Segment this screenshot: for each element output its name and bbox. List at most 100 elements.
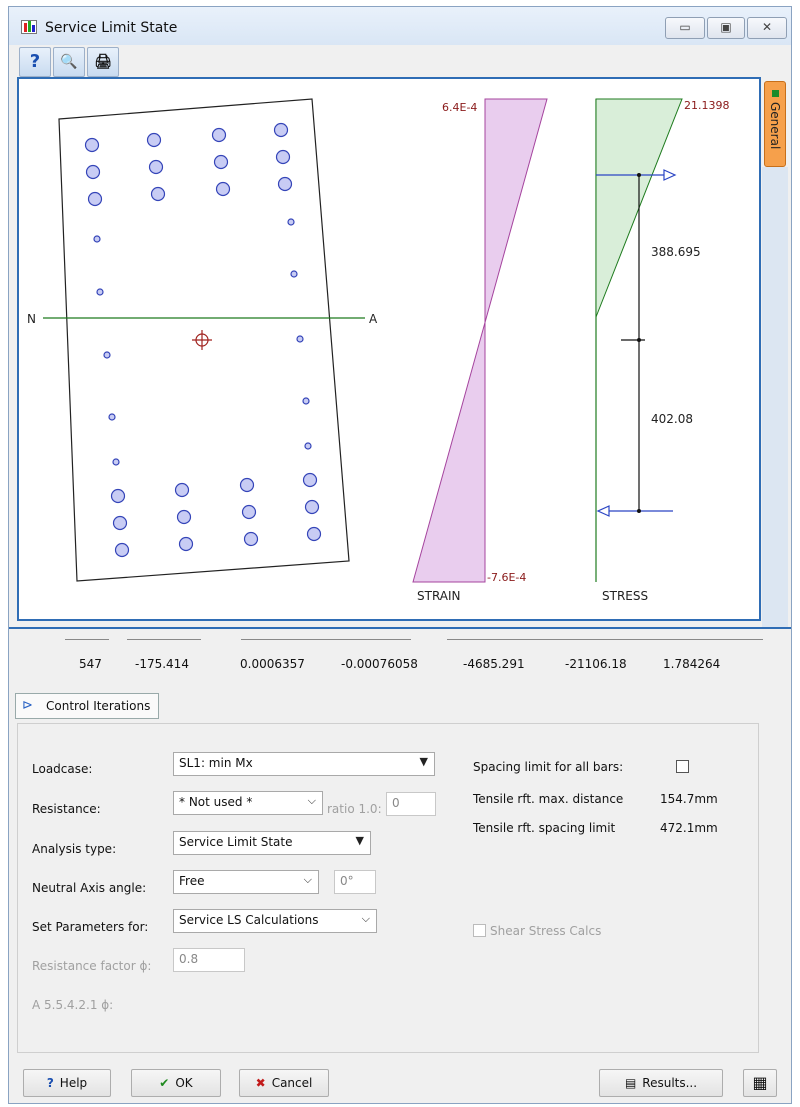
rebar: [275, 149, 291, 165]
axis-label-n: N: [27, 312, 36, 326]
neutral-axis-angle-select[interactable]: Free ⌵: [173, 870, 319, 894]
tensile-max-distance-label: Tensile rft. max. distance: [473, 792, 624, 806]
rebar: [114, 542, 130, 558]
help-icon[interactable]: ?: [19, 47, 51, 77]
toolbar: ? 🔍 🖨: [17, 47, 127, 77]
stress-top-value: 21.1398: [684, 99, 730, 112]
rebar: [241, 504, 257, 520]
rebar: [96, 288, 104, 296]
side-panel-strip: [762, 167, 788, 627]
result-value: -21106.18: [565, 657, 627, 671]
result-value: 547: [79, 657, 102, 671]
results-button[interactable]: ▤ Results...: [599, 1069, 723, 1097]
rebar: [215, 181, 231, 197]
tensile-max-distance-value: 154.7mm: [660, 792, 718, 806]
resistance-label: Resistance:: [32, 802, 101, 816]
axis-label-a: A: [369, 312, 378, 326]
rebar: [174, 482, 190, 498]
spacing-limit-checkbox[interactable]: [676, 760, 689, 773]
cancel-button[interactable]: ✖ Cancel: [239, 1069, 329, 1097]
rebar: [296, 335, 304, 343]
ratio-input[interactable]: 0: [386, 792, 436, 816]
resistance-factor-input[interactable]: 0.8: [173, 948, 245, 972]
rebar: [150, 186, 166, 202]
shear-stress-checkbox[interactable]: [473, 924, 486, 937]
lever-lower-value: 402.08: [651, 412, 693, 426]
rebar: [302, 397, 310, 405]
result-value: 0.0006357: [240, 657, 305, 671]
minimize-button[interactable]: ▭: [665, 17, 705, 39]
expand-arrow-icon: ⊳: [22, 698, 33, 713]
settings-form: Loadcase: SL1: min Mx ▼ Resistance: * No…: [17, 723, 759, 1053]
print-preview-icon[interactable]: 🔍: [53, 47, 85, 77]
strain-top-value: 6.4E-4: [442, 101, 477, 114]
set-parameters-select[interactable]: Service LS Calculations ⌵: [173, 909, 377, 933]
calculator-icon[interactable]: ▦: [743, 1069, 777, 1097]
analysis-type-select[interactable]: Service Limit State ▼: [173, 831, 371, 855]
resistance-select[interactable]: * Not used * ⌵: [173, 791, 323, 815]
control-iterations-label: Control Iterations: [46, 699, 151, 713]
rebar: [108, 413, 116, 421]
resistance-value: * Not used *: [179, 795, 253, 809]
neutral-axis-angle-input[interactable]: 0°: [334, 870, 376, 894]
loadcase-select[interactable]: SL1: min Mx ▼: [173, 752, 435, 776]
analysis-type-label: Analysis type:: [32, 842, 117, 856]
service-limit-state-window: Service Limit State ▭ ▣ ✕ ? 🔍 🖨 General: [8, 6, 792, 1104]
general-tab[interactable]: General: [764, 81, 786, 167]
rebar: [287, 218, 295, 226]
cancel-x-icon: ✖: [255, 1076, 266, 1090]
rebar: [239, 477, 255, 493]
section-diagram: N A 6.4E-4 -7.6E-4 STRAIN 21.1398 STRESS: [27, 98, 730, 603]
rebar: [85, 164, 101, 180]
rebar: [277, 176, 293, 192]
general-tab-label: General: [768, 102, 782, 150]
results-strip: 547 -175.414 0.0006357 -0.00076058 -4685…: [9, 627, 791, 687]
title-bar: Service Limit State ▭ ▣ ✕: [9, 7, 791, 45]
rebar: [211, 127, 227, 143]
rebar: [84, 137, 100, 153]
result-value: -0.00076058: [341, 657, 418, 671]
set-parameters-value: Service LS Calculations: [179, 913, 319, 927]
help-button[interactable]: ? Help: [23, 1069, 111, 1097]
dropdown-arrow-icon: ▼: [355, 834, 364, 847]
result-value: -4685.291: [463, 657, 525, 671]
maximize-button[interactable]: ▣: [707, 17, 745, 39]
rebar: [213, 154, 229, 170]
section-diagram-panel: N A 6.4E-4 -7.6E-4 STRAIN 21.1398 STRESS: [17, 77, 761, 621]
window-title: Service Limit State: [45, 20, 178, 36]
result-value: 1.784264: [663, 657, 721, 671]
print-icon[interactable]: 🖨: [87, 47, 119, 77]
rebar: [243, 531, 259, 547]
set-parameters-label: Set Parameters for:: [32, 920, 149, 934]
article-phi-label: A 5.5.4.2.1 ϕ:: [32, 998, 114, 1012]
chevron-down-icon: ⌵: [307, 794, 316, 807]
loadcase-value: SL1: min Mx: [179, 756, 253, 770]
rebar: [148, 159, 164, 175]
rebar: [290, 270, 298, 278]
rebar: [302, 472, 318, 488]
rebar: [93, 235, 101, 243]
app-chart-icon: [21, 20, 37, 34]
chevron-down-icon: ⌵: [361, 912, 370, 925]
rebar: [87, 191, 103, 207]
rebar: [304, 442, 312, 450]
control-iterations-button[interactable]: ⊳ Control Iterations: [15, 693, 159, 719]
chevron-down-icon: ⌵: [303, 873, 312, 886]
strain-bottom-value: -7.6E-4: [487, 571, 526, 584]
resistance-factor-label: Resistance factor ϕ:: [32, 959, 152, 973]
neutral-axis-angle-label: Neutral Axis angle:: [32, 881, 147, 895]
help-icon: ?: [46, 1076, 54, 1090]
dialog-footer: ? Help ✔ OK ✖ Cancel ▤ Results... ▦: [9, 1057, 791, 1103]
spacing-limit-label: Spacing limit for all bars:: [473, 760, 624, 774]
neutral-axis-angle-value: Free: [179, 874, 205, 888]
rebar: [112, 515, 128, 531]
tensile-spacing-limit-value: 472.1mm: [660, 821, 718, 835]
rebar: [146, 132, 162, 148]
rebar: [110, 488, 126, 504]
ok-button[interactable]: ✔ OK: [131, 1069, 221, 1097]
stress-label: STRESS: [602, 589, 648, 603]
checkmark-icon: ✔: [159, 1076, 170, 1090]
close-button[interactable]: ✕: [747, 17, 787, 39]
rebar: [304, 499, 320, 515]
dropdown-arrow-icon: ▼: [419, 755, 428, 768]
